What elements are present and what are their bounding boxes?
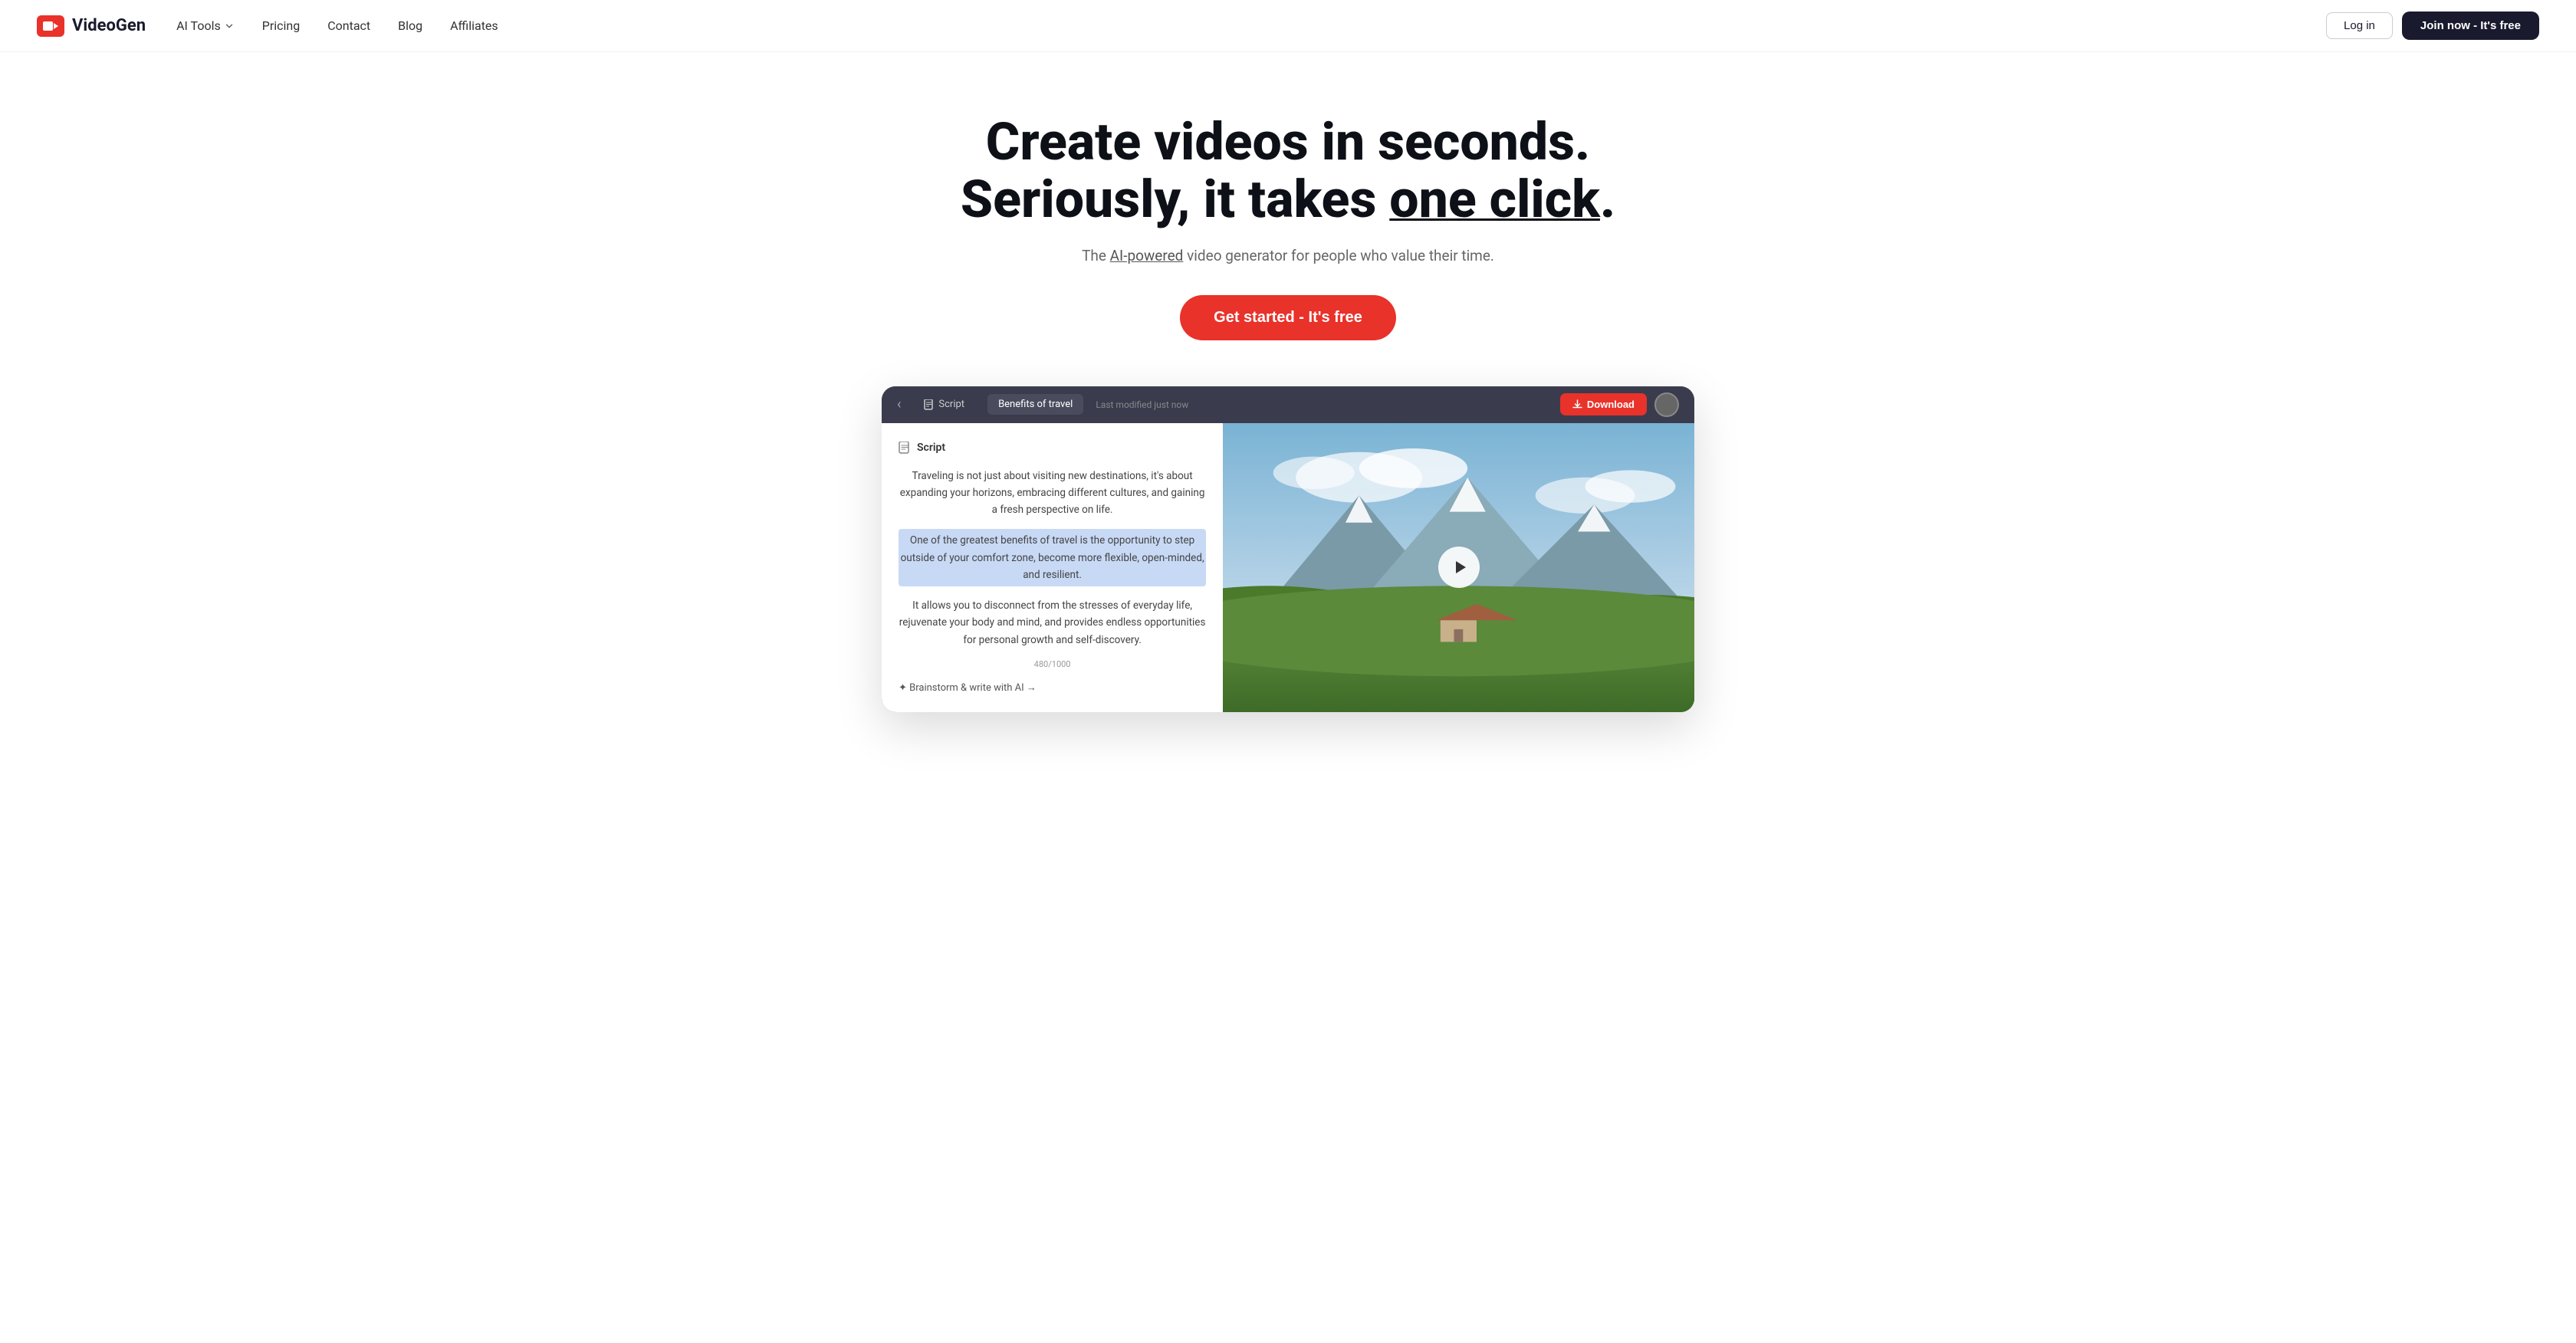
nav-item-label: AI Tools xyxy=(176,18,221,33)
hero-subtitle: The AI-powered video generator for peopl… xyxy=(1082,247,1494,264)
script-para-3: It allows you to disconnect from the str… xyxy=(899,597,1206,649)
tab-benefits[interactable]: Benefits of travel xyxy=(987,394,1083,415)
download-label: Download xyxy=(1587,399,1635,410)
back-button[interactable]: ‹ xyxy=(897,396,901,412)
nav-right: Log in Join now - It's free xyxy=(2326,11,2539,40)
script-panel: Script Traveling is not just about visit… xyxy=(882,423,1223,712)
script-para-2-highlighted: One of the greatest benefits of travel i… xyxy=(899,529,1206,586)
script-para-1: Traveling is not just about visiting new… xyxy=(899,468,1206,519)
get-started-label-bold: Get started xyxy=(1214,309,1295,326)
tab-benefits-label: Benefits of travel xyxy=(998,399,1073,410)
hero-title-line2: Seriously, it takes one click. xyxy=(961,169,1615,230)
navbar: VideoGen AI Tools Pricing Contact Blog xyxy=(0,0,2576,52)
nav-link-contact[interactable]: Contact xyxy=(327,18,370,33)
nav-item-contact[interactable]: Contact xyxy=(327,18,370,33)
titlebar-right: Download xyxy=(1560,392,1679,417)
script-heading-label: Script xyxy=(917,442,945,454)
user-avatar xyxy=(1654,392,1679,417)
login-button[interactable]: Log in xyxy=(2326,12,2393,39)
video-panel xyxy=(1223,423,1694,712)
nav-link-blog[interactable]: Blog xyxy=(398,18,422,33)
brainstorm-button[interactable]: ✦ Brainstorm & write with AI → xyxy=(899,681,1206,694)
get-started-button[interactable]: Get started - It's free xyxy=(1180,295,1396,340)
document-icon xyxy=(924,399,934,410)
hero-title-post: . xyxy=(1600,169,1615,230)
download-icon xyxy=(1572,399,1582,409)
nav-item-affiliates[interactable]: Affiliates xyxy=(450,18,498,33)
nav-left: VideoGen AI Tools Pricing Contact Blog xyxy=(37,15,498,37)
nav-item-blog[interactable]: Blog xyxy=(398,18,422,33)
play-button[interactable] xyxy=(1438,547,1480,588)
app-body: Script Traveling is not just about visit… xyxy=(882,423,1694,712)
nav-item-ai-tools[interactable]: AI Tools xyxy=(176,18,235,33)
ai-powered-link[interactable]: AI-powered xyxy=(1110,247,1184,264)
script-heading: Script xyxy=(899,442,1206,454)
hero-subtitle-pre: The xyxy=(1082,247,1110,264)
chevron-down-icon xyxy=(224,21,235,31)
titlebar-left: ‹ Script Benefits of travel Last modifie… xyxy=(897,394,1188,415)
nav-links: AI Tools Pricing Contact Blog Affiliates xyxy=(176,18,498,33)
logo-text: VideoGen xyxy=(72,16,146,35)
nav-link-pricing[interactable]: Pricing xyxy=(262,18,301,33)
play-icon xyxy=(1452,560,1467,575)
logo-icon xyxy=(37,15,64,37)
word-count: 480/1000 xyxy=(899,659,1206,669)
videogen-icon xyxy=(43,20,58,32)
hero-subtitle-post: video generator for people who value the… xyxy=(1183,247,1494,264)
hero-title-pre: Seriously, it takes xyxy=(961,169,1389,230)
logo[interactable]: VideoGen xyxy=(37,15,146,37)
tab-script[interactable]: Script xyxy=(913,394,975,415)
last-modified-text: Last modified just now xyxy=(1096,399,1188,410)
app-titlebar: ‹ Script Benefits of travel Last modifie… xyxy=(882,386,1694,423)
hero-section: Create videos in seconds. Seriously, it … xyxy=(0,52,2576,750)
get-started-label-rest: - It's free xyxy=(1295,309,1362,326)
tab-script-label: Script xyxy=(938,399,964,410)
download-button[interactable]: Download xyxy=(1560,393,1647,415)
hero-title: Create videos in seconds. Seriously, it … xyxy=(961,113,1615,228)
hero-title-line1: Create videos in seconds. xyxy=(986,111,1590,172)
nav-item-pricing[interactable]: Pricing xyxy=(262,18,301,33)
join-button[interactable]: Join now - It's free xyxy=(2402,11,2539,40)
hero-title-highlight: one click xyxy=(1389,169,1600,230)
brainstorm-label: ✦ Brainstorm & write with AI → xyxy=(899,681,1037,694)
nav-link-affiliates[interactable]: Affiliates xyxy=(450,18,498,33)
script-document-icon xyxy=(899,442,911,454)
app-preview: ‹ Script Benefits of travel Last modifie… xyxy=(882,386,1694,712)
